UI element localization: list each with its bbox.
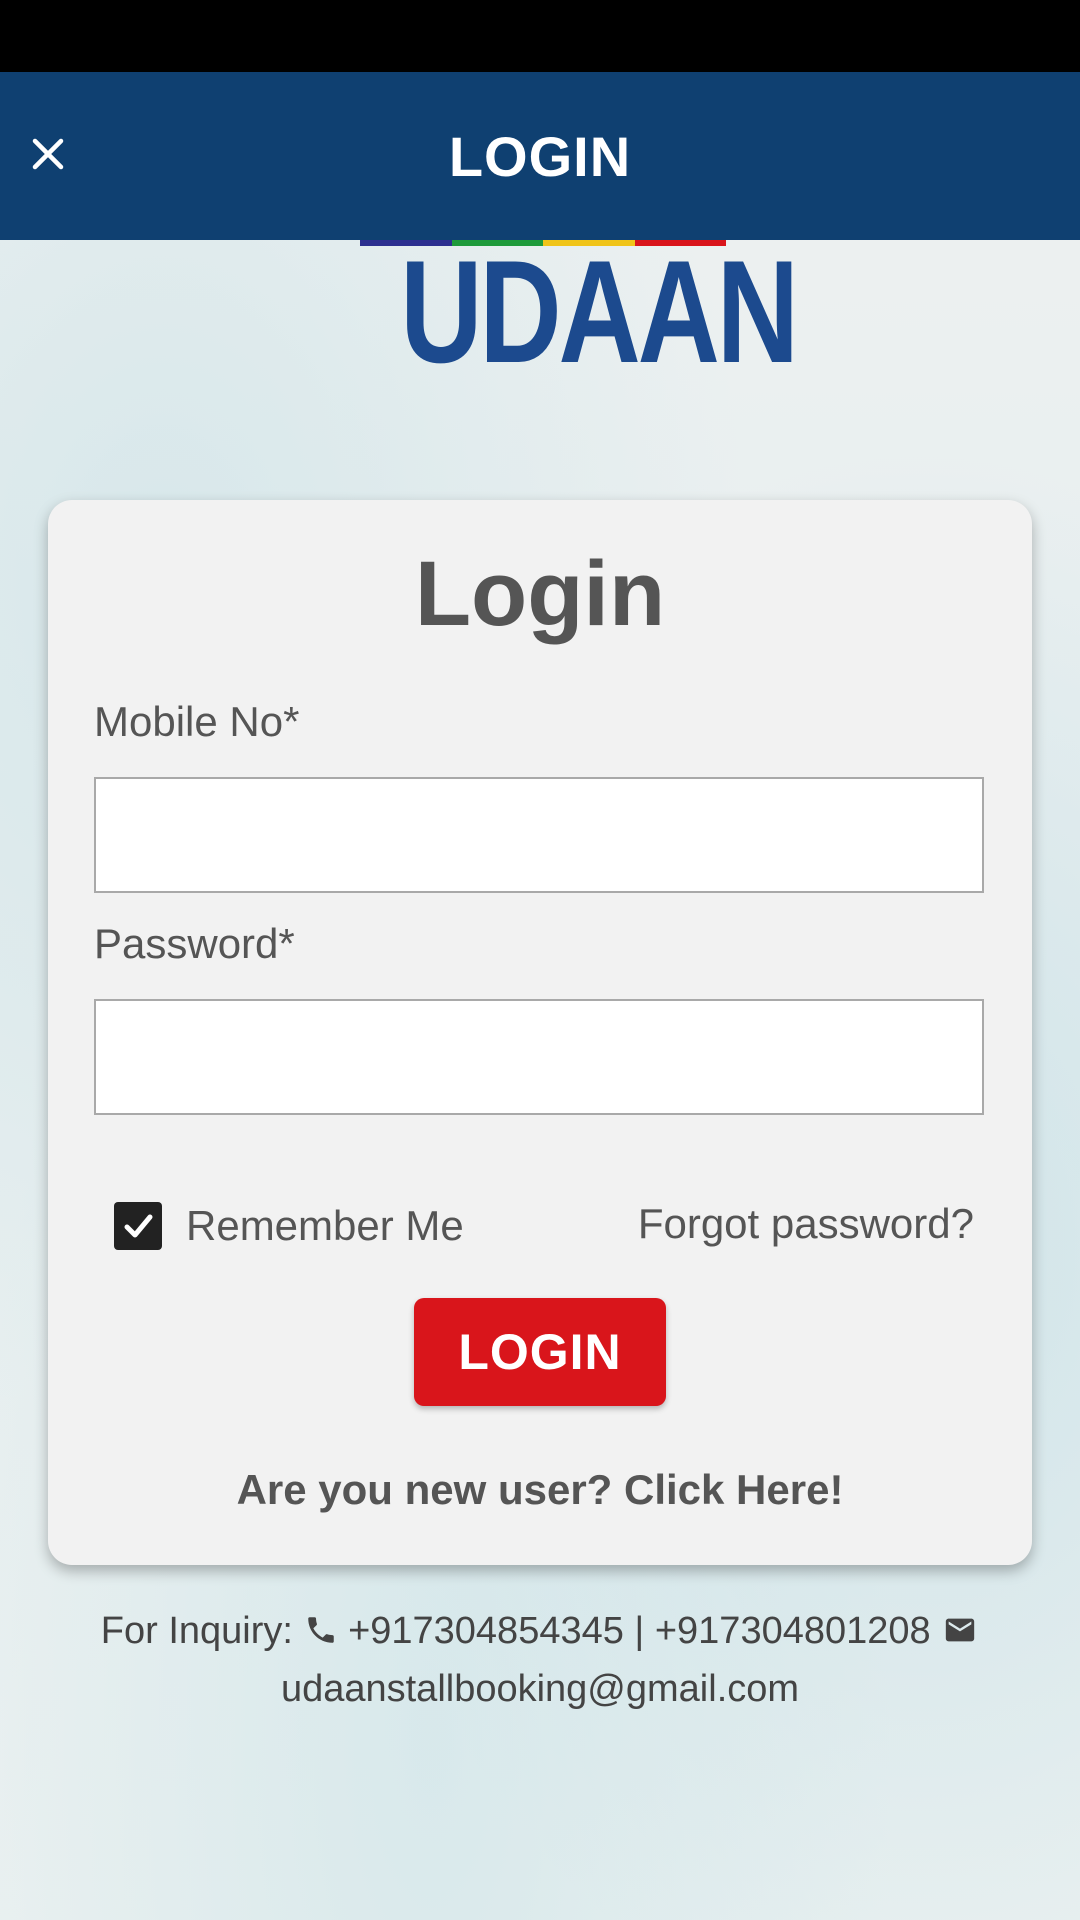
inquiry-email[interactable]: udaanstallbooking@gmail.com [0,1662,1080,1716]
inquiry-phones[interactable]: +917304854345 | +917304801208 [348,1610,931,1652]
remember-checkbox[interactable] [114,1202,162,1250]
new-user-link[interactable]: Are you new user? Click Here! [48,1466,1032,1514]
check-icon [124,1214,153,1238]
forgot-password-link[interactable]: Forgot password? [638,1200,974,1248]
password-input[interactable] [94,999,984,1115]
app-bar: LOGIN [0,72,1080,240]
mobile-label: Mobile No* [94,698,300,745]
app-title: LOGIN [448,124,632,188]
inquiry-footer: For Inquiry: +917304854345 | +9173048012… [0,1604,1080,1716]
remember-me[interactable]: Remember Me [114,1202,464,1250]
inquiry-line-1: For Inquiry: +917304854345 | +9173048012… [0,1604,1080,1662]
email-icon [941,1608,979,1662]
password-label: Password* [94,920,295,967]
login-button[interactable]: LOGIN [414,1298,666,1406]
status-bar [0,0,1080,72]
logo-text: UDAAN [400,230,799,393]
login-card: Login Mobile No* Password* Remember Me F… [48,500,1032,1565]
remember-label: Remember Me [186,1202,464,1249]
udaan-logo: UDAAN [360,230,799,393]
form-title: Login [414,543,666,645]
mobile-input[interactable] [94,777,984,893]
inquiry-label: For Inquiry: [100,1610,293,1652]
phone-icon [304,1608,338,1662]
